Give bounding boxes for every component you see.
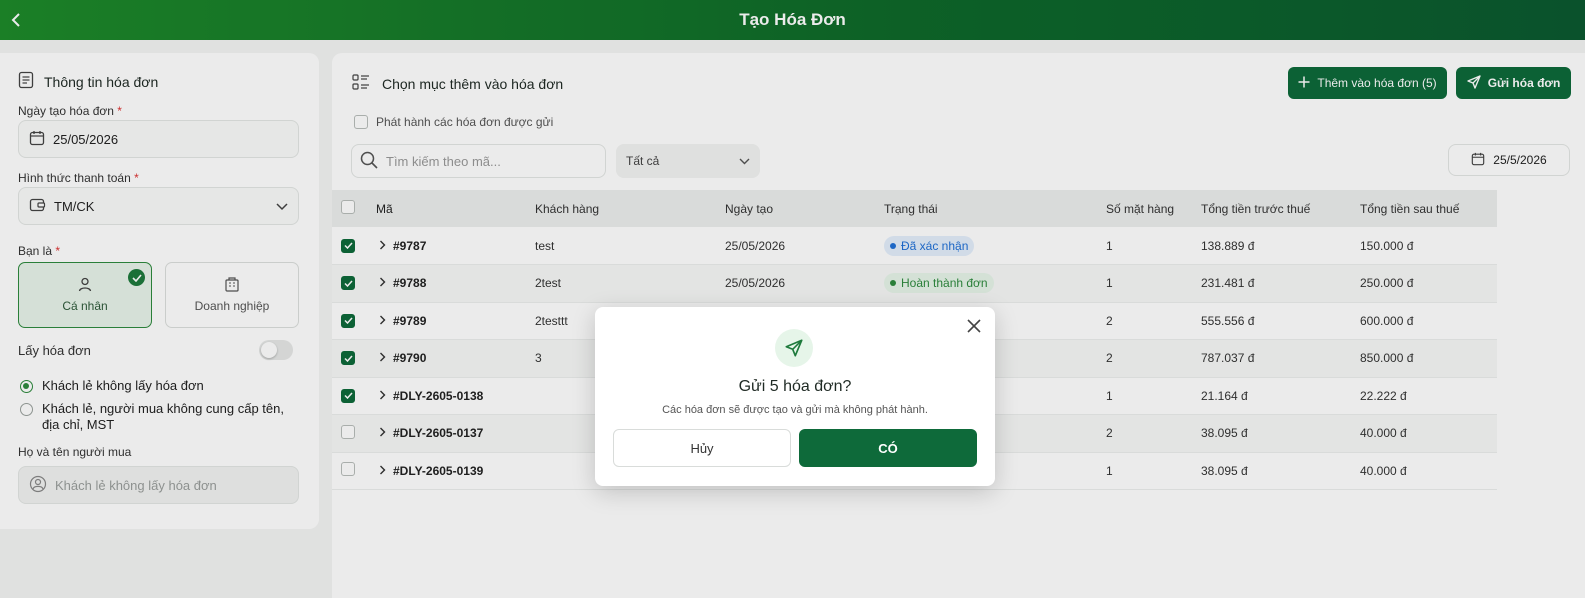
- dialog-subtitle: Các hóa đơn sẽ được tạo và gửi mà không …: [662, 404, 928, 416]
- cancel-button[interactable]: Hủy: [613, 429, 791, 467]
- confirm-button[interactable]: CÓ: [799, 429, 977, 467]
- send-confirm-dialog: Gửi 5 hóa đơn? Các hóa đơn sẽ được tạo v…: [595, 307, 995, 486]
- modal-overlay[interactable]: [0, 0, 1585, 598]
- send-icon: [775, 329, 813, 367]
- dialog-title: Gửi 5 hóa đơn?: [738, 378, 852, 395]
- close-icon[interactable]: [965, 317, 983, 335]
